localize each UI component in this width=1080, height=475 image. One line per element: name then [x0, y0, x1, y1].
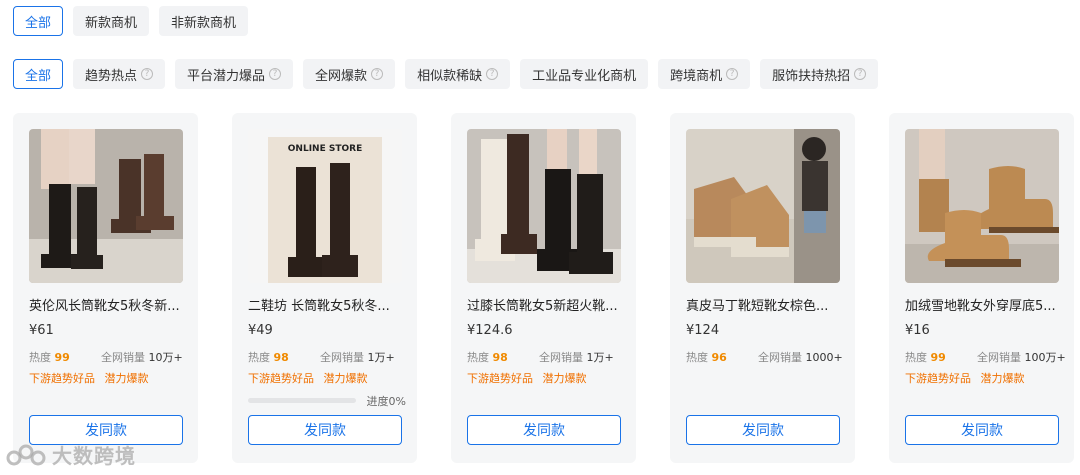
type-filter-trend-hot[interactable]: 趋势热点? [73, 59, 166, 89]
product-title[interactable]: 二鞋坊 长筒靴女5秋冬... [248, 295, 408, 314]
product-tags: 下游趋势好品 潜力爆款 [248, 370, 374, 386]
heat-label: 热度 [905, 351, 927, 364]
product-card-list: 英伦风长筒靴女5秋冬新... ¥61 热度 99 全网销量 10万+ 下游趋势好… [13, 113, 1074, 463]
product-title[interactable]: 过膝长筒靴女5新超火靴... [467, 295, 627, 314]
product-title[interactable]: 真皮马丁靴短靴女棕色... [686, 295, 846, 314]
product-image[interactable] [467, 129, 621, 283]
tag-potential-hit: 潜力爆款 [323, 372, 368, 385]
sales-label: 全网销量 [758, 351, 802, 364]
product-price: ¥61 [29, 323, 54, 338]
heat-label: 热度 [29, 351, 51, 364]
product-price: ¥124 [686, 323, 720, 338]
help-icon[interactable]: ? [371, 68, 384, 80]
type-filter-all[interactable]: 全部 [13, 59, 64, 89]
help-icon[interactable]: ? [854, 68, 867, 80]
type-filter-platform-potential[interactable]: 平台潜力爆品? [175, 59, 294, 89]
sales-label: 全网销量 [320, 351, 364, 364]
sales-value: 10万+ [148, 351, 183, 364]
tag-potential-hit: 潜力爆款 [980, 372, 1025, 385]
product-card[interactable]: 英伦风长筒靴女5秋冬新... ¥61 热度 99 全网销量 10万+ 下游趋势好… [13, 113, 198, 463]
product-stats: 热度 99 全网销量 100万+ [905, 349, 1066, 365]
watermark-text: 大数跨境 [52, 444, 136, 468]
heat-label: 热度 [467, 351, 489, 364]
watermark-logo-icon [6, 444, 46, 465]
heat-label: 热度 [686, 351, 708, 364]
category-filter-row: 全部 新款商机 非新款商机 [13, 6, 249, 36]
sales-value: 1万+ [586, 351, 614, 364]
publish-same-button[interactable]: 发同款 [467, 415, 621, 445]
progress-text: 进度0% [366, 395, 406, 408]
help-icon[interactable]: ? [141, 68, 154, 80]
publish-same-button[interactable]: 发同款 [686, 415, 840, 445]
tag-potential-hit: 潜力爆款 [542, 372, 587, 385]
product-stats: 热度 96 全网销量 1000+ [686, 349, 846, 365]
tag-downstream-trend: 下游趋势好品 [905, 372, 971, 385]
product-card[interactable]: 加绒雪地靴女外穿厚底5... ¥16 热度 99 全网销量 100万+ 下游趋势… [889, 113, 1074, 463]
heat-label: 热度 [248, 351, 270, 364]
tag-downstream-trend: 下游趋势好品 [29, 372, 95, 385]
product-title[interactable]: 加绒雪地靴女外穿厚底5... [905, 295, 1065, 314]
progress-bar: 进度0% [248, 394, 408, 408]
help-icon[interactable]: ? [726, 68, 739, 80]
sales-label: 全网销量 [101, 351, 145, 364]
brand-watermark: 大数跨境 [6, 440, 136, 469]
help-icon[interactable]: ? [486, 68, 499, 80]
sales-value: 1000+ [805, 351, 843, 364]
heat-value: 96 [711, 351, 727, 364]
type-filter-similar-scarce[interactable]: 相似款稀缺? [405, 59, 511, 89]
publish-same-button[interactable]: 发同款 [248, 415, 402, 445]
sales-label: 全网销量 [539, 351, 583, 364]
product-stats: 热度 99 全网销量 10万+ [29, 349, 189, 365]
product-tags: 下游趋势好品 潜力爆款 [29, 370, 155, 386]
type-filter-apparel-support[interactable]: 服饰扶持热招? [760, 59, 879, 89]
product-card[interactable]: ONLINE STORE 二鞋坊 长筒靴女5秋冬... ¥49 热度 98 全网… [232, 113, 417, 463]
type-filter-cross-border[interactable]: 跨境商机? [658, 59, 751, 89]
filter-new-opportunity[interactable]: 新款商机 [73, 6, 150, 36]
publish-same-button[interactable]: 发同款 [905, 415, 1059, 445]
progress-track [248, 398, 356, 403]
product-tags: 下游趋势好品 潜力爆款 [905, 370, 1031, 386]
tag-downstream-trend: 下游趋势好品 [248, 372, 314, 385]
sales-value: 1万+ [367, 351, 395, 364]
product-price: ¥49 [248, 323, 273, 338]
product-price: ¥16 [905, 323, 930, 338]
store-logo-text: ONLINE STORE [288, 144, 362, 154]
product-card[interactable]: 真皮马丁靴短靴女棕色... ¥124 热度 96 全网销量 1000+ 发同款 [670, 113, 855, 463]
product-image[interactable] [686, 129, 840, 283]
type-filter-network-hit[interactable]: 全网爆款? [303, 59, 396, 89]
product-stats: 热度 98 全网销量 1万+ [248, 349, 408, 365]
help-icon[interactable]: ? [269, 68, 282, 80]
heat-value: 99 [54, 351, 70, 364]
tag-downstream-trend: 下游趋势好品 [467, 372, 533, 385]
heat-value: 98 [492, 351, 508, 364]
sales-value: 100万+ [1024, 351, 1066, 364]
product-image[interactable] [905, 129, 1059, 283]
product-price: ¥124.6 [467, 323, 513, 338]
product-tags: 下游趋势好品 潜力爆款 [467, 370, 593, 386]
filter-all[interactable]: 全部 [13, 6, 64, 36]
product-image[interactable] [29, 129, 183, 283]
tag-potential-hit: 潜力爆款 [104, 372, 149, 385]
product-title[interactable]: 英伦风长筒靴女5秋冬新... [29, 295, 189, 314]
filter-non-new-opportunity[interactable]: 非新款商机 [159, 6, 249, 36]
heat-value: 98 [273, 351, 289, 364]
heat-value: 99 [930, 351, 946, 364]
product-stats: 热度 98 全网销量 1万+ [467, 349, 627, 365]
product-image[interactable]: ONLINE STORE [248, 129, 402, 283]
type-filter-industrial[interactable]: 工业品专业化商机 [520, 59, 649, 89]
type-filter-row: 全部 趋势热点? 平台潜力爆品? 全网爆款? 相似款稀缺? 工业品专业化商机 跨… [13, 59, 879, 89]
sales-label: 全网销量 [977, 351, 1021, 364]
product-card[interactable]: 过膝长筒靴女5新超火靴... ¥124.6 热度 98 全网销量 1万+ 下游趋… [451, 113, 636, 463]
